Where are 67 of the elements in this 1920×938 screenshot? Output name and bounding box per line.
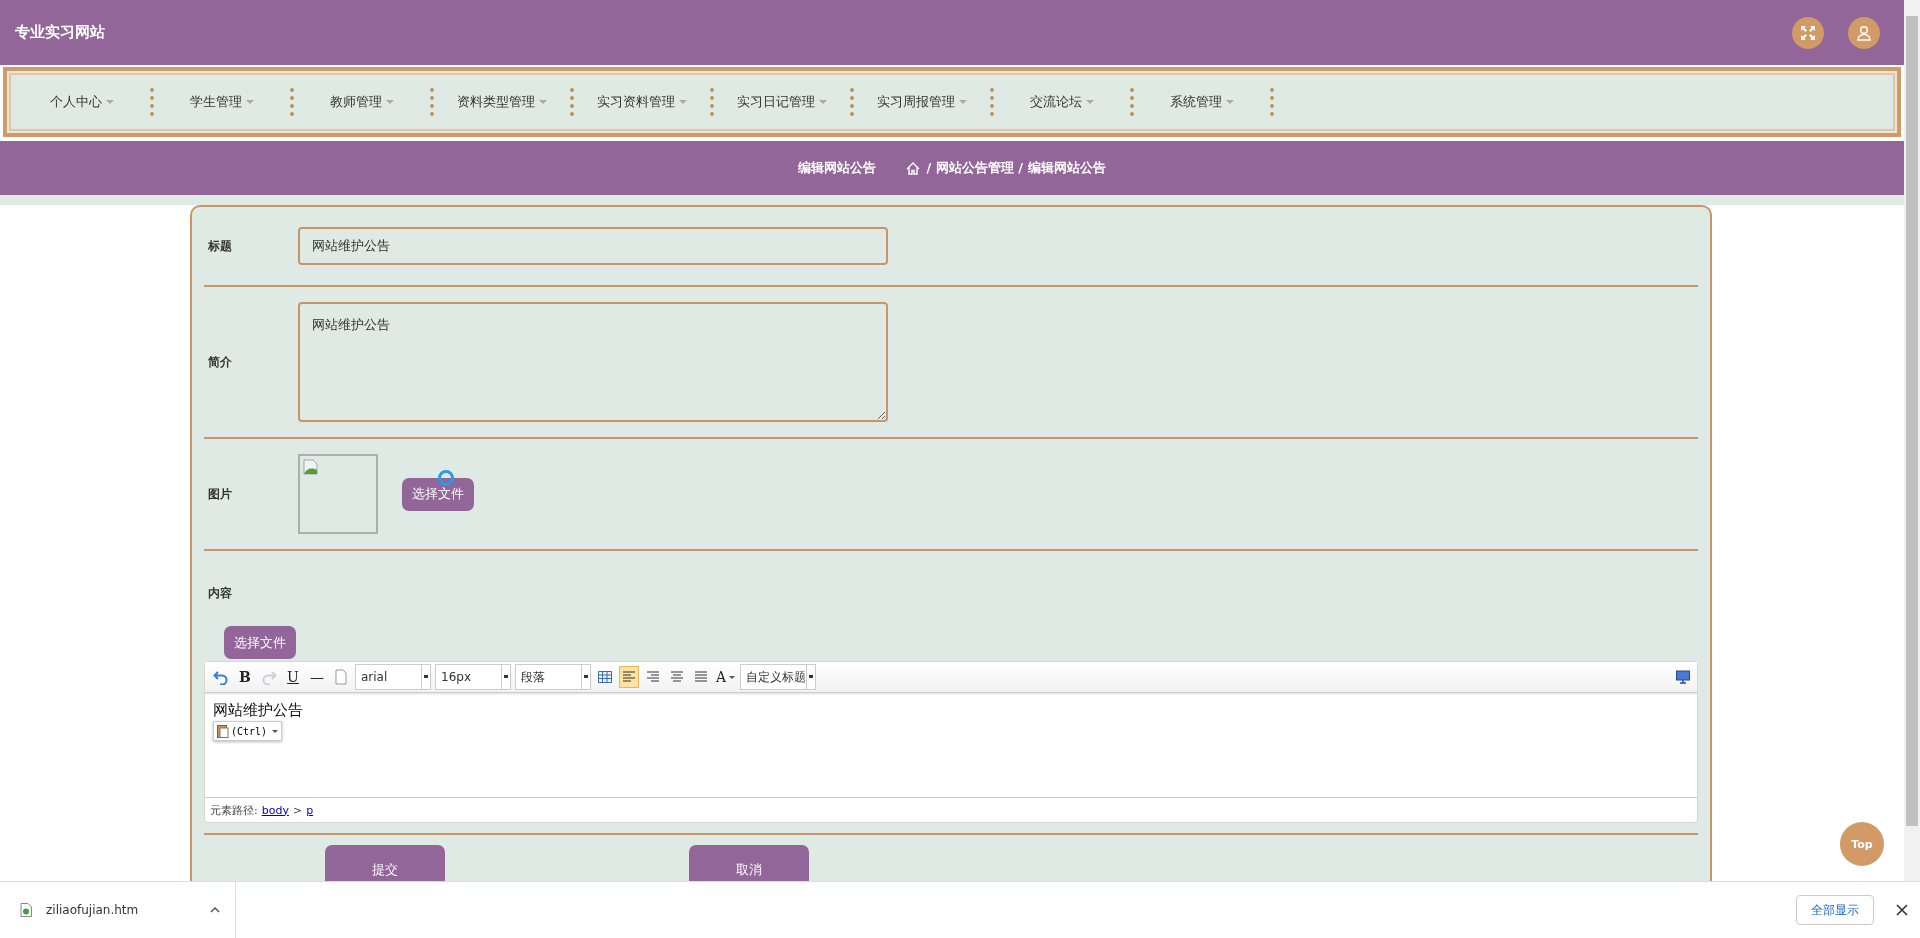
field-label: 简介 <box>208 353 233 371</box>
nav-menu-item[interactable]: 教师管理 <box>297 93 427 111</box>
nav-menu-item[interactable]: 实习周报管理 <box>857 93 987 111</box>
dotted-separator <box>850 86 854 118</box>
dotted-separator <box>1130 86 1134 118</box>
nav-menu-item[interactable]: 交流论坛 <box>997 93 1127 111</box>
dotted-separator <box>150 86 154 118</box>
caret-icon <box>679 100 687 104</box>
breadcrumb-path: / 网站公告管理 / 编辑网站公告 <box>926 159 1106 177</box>
caret-icon <box>386 100 394 104</box>
toolbar-dropdown[interactable]: 自定义标题 <box>740 664 817 690</box>
bold-button[interactable]: B <box>235 666 255 688</box>
path-separator: > <box>292 803 303 817</box>
nav-menu-item[interactable]: 学生管理 <box>157 93 287 111</box>
home-icon[interactable] <box>906 161 921 175</box>
caret-icon <box>246 100 254 104</box>
align-left-icon[interactable] <box>619 666 639 688</box>
broken-image-icon <box>303 459 319 475</box>
path-link[interactable]: body <box>261 803 289 817</box>
dotted-separator <box>1270 86 1274 118</box>
download-file-name[interactable]: ziliaofujian.htm <box>46 903 196 917</box>
editor-text: 网站维护公告 <box>213 701 304 720</box>
element-path-label: 元素路径: <box>210 802 258 818</box>
user-icon[interactable] <box>1848 16 1880 49</box>
fullscreen-icon[interactable] <box>1792 16 1824 49</box>
file-icon <box>20 903 32 917</box>
choose-file-button[interactable]: 选择文件 <box>402 477 474 511</box>
field-label: 标题 <box>208 237 233 255</box>
dotted-separator <box>570 86 574 118</box>
dotted-separator <box>430 86 434 118</box>
show-all-button[interactable]: 全部显示 <box>1796 895 1874 925</box>
field-label: 图片 <box>208 485 233 503</box>
monitor-icon[interactable] <box>1675 669 1691 685</box>
scrollbar[interactable] <box>1904 0 1920 881</box>
rule-button[interactable]: — <box>307 666 327 688</box>
caret-icon <box>959 100 967 104</box>
caret-icon <box>1226 100 1234 104</box>
clipboard-icon <box>217 724 229 738</box>
nav-menu-item[interactable]: 个人中心 <box>17 93 147 111</box>
submit-button[interactable]: 提交 <box>325 845 445 881</box>
toolbar-dropdown[interactable]: arial <box>355 664 431 690</box>
close-icon[interactable] <box>1896 904 1908 916</box>
nav-menu-item[interactable]: 实习资料管理 <box>577 93 707 111</box>
paste-options-button[interactable]: (Ctrl) <box>213 721 283 741</box>
cancel-button[interactable]: 取消 <box>689 845 809 881</box>
nav-menu-item[interactable]: 实习日记管理 <box>717 93 847 111</box>
dotted-separator <box>290 86 294 118</box>
field-label: 内容 <box>207 585 233 602</box>
nav-menu-item[interactable]: 资料类型管理 <box>437 93 567 111</box>
dotted-separator <box>710 86 714 118</box>
font-color-button[interactable]: A <box>715 666 737 688</box>
toolbar-dropdown[interactable]: 段落 <box>515 664 591 690</box>
dotted-separator <box>990 86 994 118</box>
caret-icon <box>819 100 827 104</box>
underline-button[interactable]: U <box>283 666 303 688</box>
caret-icon <box>106 100 114 104</box>
chevron-up-icon[interactable] <box>210 907 220 913</box>
caret-icon <box>539 100 547 104</box>
toolbar-dropdown[interactable]: 16px <box>435 664 511 690</box>
summary-field[interactable]: 网站维护公告 <box>298 302 888 422</box>
choose-file-button[interactable]: 选择文件 <box>224 626 296 659</box>
title-field[interactable]: 网站维护公告 <box>298 227 888 265</box>
path-link[interactable]: p <box>306 803 314 817</box>
page-title: 编辑网站公告 <box>798 159 877 177</box>
nav-menu-item[interactable]: 系统管理 <box>1137 93 1267 111</box>
site-title: 专业实习网站 <box>15 23 105 42</box>
caret-icon <box>1086 100 1094 104</box>
